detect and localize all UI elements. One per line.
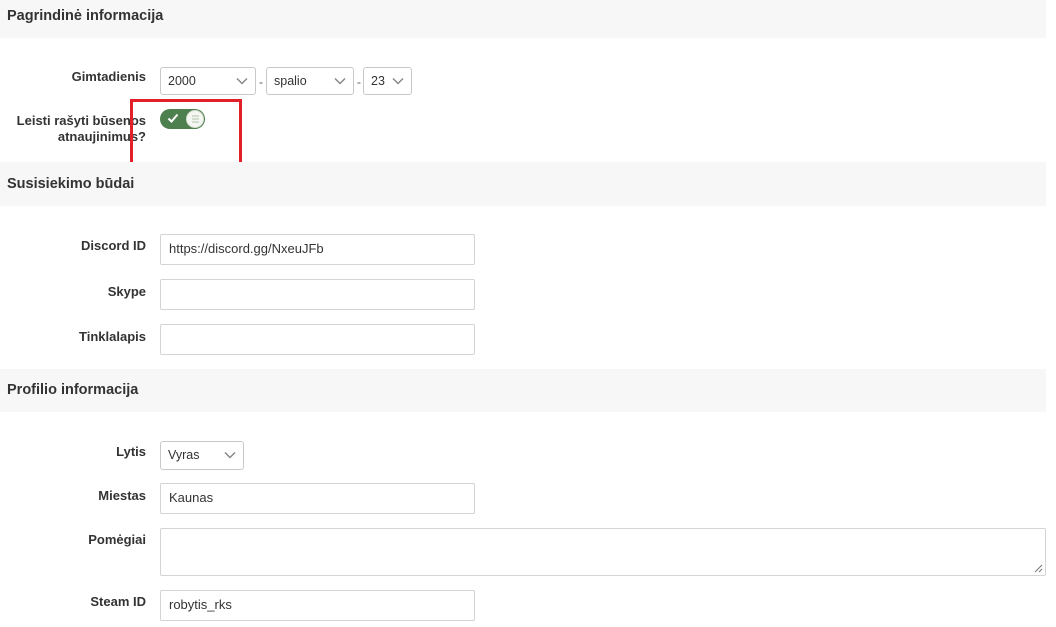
birthday-separator: - bbox=[259, 75, 263, 89]
gender-label: Lytis bbox=[116, 444, 146, 459]
city-input[interactable]: Kaunas bbox=[160, 483, 475, 514]
website-input[interactable] bbox=[160, 324, 475, 355]
city-label: Miestas bbox=[98, 488, 146, 503]
discord-input[interactable]: https://discord.gg/NxeuJFb bbox=[160, 234, 475, 265]
birthday-year-select[interactable]: 2000 bbox=[160, 67, 256, 95]
hobbies-textarea[interactable] bbox=[160, 528, 1046, 576]
chevron-down-icon bbox=[334, 77, 346, 85]
birthday-separator: - bbox=[357, 75, 361, 89]
birthday-month-select[interactable]: spalio bbox=[266, 67, 354, 95]
birthday-day-select[interactable]: 23 bbox=[363, 67, 412, 95]
chevron-down-icon bbox=[392, 77, 404, 85]
chevron-down-icon bbox=[224, 451, 236, 459]
status-updates-label: Leisti rašyti būsenos atnaujinimus? bbox=[16, 113, 146, 144]
steam-label: Steam ID bbox=[90, 594, 146, 609]
birthday-label: Gimtadienis bbox=[71, 69, 146, 84]
section-header-profile: Profilio informacija bbox=[0, 369, 1046, 412]
chevron-down-icon bbox=[236, 77, 248, 85]
birthday-year-value: 2000 bbox=[168, 74, 196, 88]
skype-input[interactable] bbox=[160, 279, 475, 310]
gender-select[interactable]: Vyras bbox=[160, 441, 244, 470]
birthday-month-value: spalio bbox=[274, 74, 307, 88]
section-header-contacts: Susisiekimo būdai bbox=[0, 162, 1046, 206]
hobbies-label: Pomėgiai bbox=[88, 532, 146, 547]
resize-grip-icon[interactable] bbox=[1033, 563, 1043, 573]
birthday-day-value: 23 bbox=[371, 74, 385, 88]
discord-label: Discord ID bbox=[80, 238, 146, 253]
section-header-basic: Pagrindinė informacija bbox=[0, 0, 1046, 38]
skype-label: Skype bbox=[107, 284, 146, 299]
gender-value: Vyras bbox=[168, 448, 200, 462]
steam-input[interactable]: robytis_rks bbox=[160, 590, 475, 621]
website-label: Tinklalapis bbox=[79, 329, 146, 344]
